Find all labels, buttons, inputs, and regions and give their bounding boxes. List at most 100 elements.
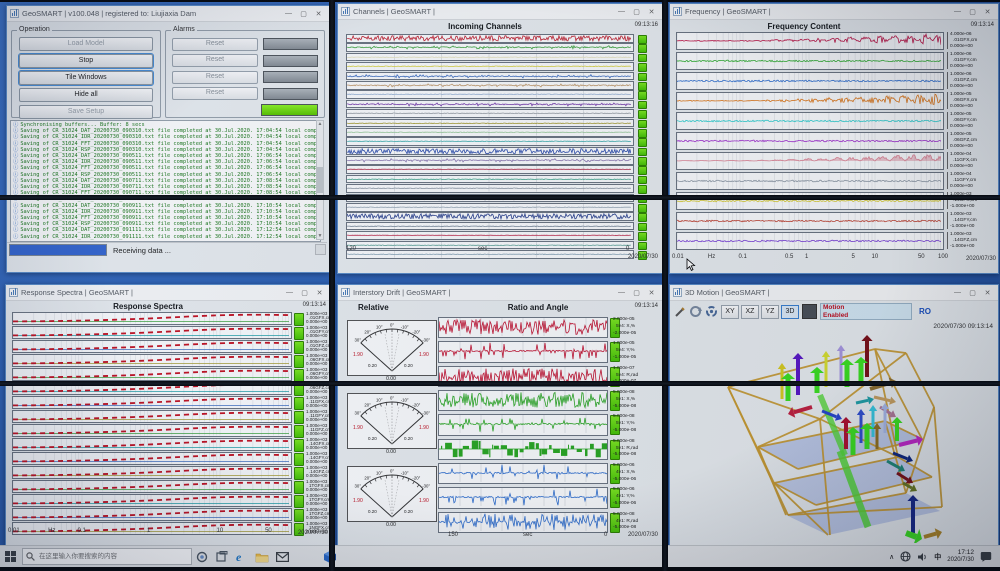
tray-clock[interactable]: 17:122020/7/30 bbox=[947, 549, 974, 564]
close-button[interactable]: ✕ bbox=[980, 287, 995, 299]
maximize-button[interactable]: ▢ bbox=[629, 287, 644, 299]
close-button[interactable]: ✕ bbox=[312, 287, 327, 299]
alarm-reset-button[interactable]: Reset bbox=[172, 38, 258, 51]
maximize-button[interactable]: ▢ bbox=[629, 6, 644, 18]
drift-gauge: 30°20°10°0°-10°-20°-30°1.901.900.200.200… bbox=[344, 461, 438, 533]
close-button[interactable]: ✕ bbox=[980, 6, 995, 18]
frequency-scale-label: 1.000e-06.01GFZ,cm0.000e+00 bbox=[947, 72, 1000, 89]
ime-indicator[interactable]: 中 bbox=[934, 552, 941, 562]
channel-row bbox=[346, 72, 634, 81]
date-readout: 2020/07/30 bbox=[298, 530, 328, 536]
titlebar[interactable]: Channels | GeoSMART | —▢✕ bbox=[338, 4, 662, 20]
view-button-xy[interactable]: XY bbox=[721, 305, 739, 319]
mail-icon[interactable] bbox=[272, 546, 292, 567]
drift-scale-label: 5.000e-085v1: Y,%-5.000e-08 bbox=[611, 414, 657, 433]
start-button[interactable] bbox=[0, 546, 20, 567]
close-button[interactable]: ✕ bbox=[311, 8, 326, 20]
maximize-button[interactable]: ▢ bbox=[297, 287, 312, 299]
close-button[interactable]: ✕ bbox=[644, 287, 659, 299]
channel-status-led bbox=[638, 242, 647, 251]
video-wall: GeoSMART | v100.048 | registered to: Liu… bbox=[0, 0, 1000, 571]
edge-icon[interactable]: e bbox=[232, 546, 252, 567]
channel-row bbox=[346, 250, 634, 259]
x-axis-tick: 0.1 bbox=[78, 528, 86, 534]
tray-chevron[interactable]: ∧ bbox=[889, 553, 894, 561]
view-button-xz[interactable]: XZ bbox=[741, 305, 759, 319]
svg-text:1.90: 1.90 bbox=[353, 352, 363, 358]
channel-row bbox=[346, 156, 634, 165]
minimize-button[interactable]: — bbox=[281, 8, 296, 20]
minimize-button[interactable]: — bbox=[950, 287, 965, 299]
alarm-reset-button[interactable]: Reset bbox=[172, 54, 258, 67]
task-view-icon[interactable] bbox=[212, 546, 232, 567]
x-axis-left: 150 bbox=[448, 532, 458, 538]
cortana-icon[interactable] bbox=[192, 546, 212, 567]
frequency-row: 1.000e-03.14GFZ,cm-1.000e+00 bbox=[676, 232, 944, 250]
operation-button-stop[interactable]: Stop bbox=[19, 54, 153, 68]
alarm-reset-button[interactable]: Reset bbox=[172, 71, 258, 84]
operation-button-hide-all[interactable]: Hide all bbox=[19, 88, 153, 102]
heading-relative: Relative bbox=[358, 303, 389, 312]
log-scrollbar[interactable]: ▲▼ bbox=[316, 120, 324, 240]
3d-model-view[interactable] bbox=[670, 335, 996, 543]
operation-button-load-model[interactable]: Load Model bbox=[19, 37, 153, 51]
titlebar[interactable]: Response Spectra | GeoSMART | —▢✕ bbox=[6, 285, 330, 301]
drift-group: 30°20°10°0°-10°-20°-30°1.901.900.200.200… bbox=[344, 315, 658, 387]
view-button-yz[interactable]: YZ bbox=[761, 305, 779, 319]
minimize-button[interactable]: — bbox=[282, 287, 297, 299]
titlebar[interactable]: 3D Motion | GeoSMART | —▢✕ bbox=[670, 285, 998, 301]
svg-text:-20°: -20° bbox=[412, 330, 420, 335]
spectrum-status-led bbox=[294, 467, 304, 480]
maximize-button[interactable]: ▢ bbox=[296, 8, 311, 20]
orbit-icon[interactable] bbox=[689, 305, 702, 318]
monitor-bezel bbox=[329, 0, 335, 571]
file-explorer-icon[interactable] bbox=[252, 546, 272, 567]
svg-text:e: e bbox=[236, 550, 242, 564]
view-button-3d[interactable]: 3D bbox=[781, 305, 799, 319]
spectrum-status-led bbox=[294, 509, 304, 522]
drift-scale-label: 5.000e-064v1: X,%-5.000e-06 bbox=[611, 463, 657, 482]
response-spectrum-row: 1.000e+03.11GFZ,cm0.000e+00 bbox=[12, 424, 292, 437]
drift-group: 30°20°10°0°-10°-20°-30°1.901.900.200.200… bbox=[344, 461, 658, 533]
drift-scale-label: 5.000e-085v1: X,%-5.000e-08 bbox=[611, 390, 657, 409]
channel-row bbox=[346, 119, 634, 128]
close-button[interactable]: ✕ bbox=[644, 6, 659, 18]
taskbar-search[interactable] bbox=[22, 548, 192, 565]
drift-row: 5.000e-064v1: Y,%-5.000e-06 bbox=[438, 487, 608, 508]
app-icon bbox=[9, 288, 18, 297]
event-log[interactable]: ⓘSynchronising buffers... Buffer: 8 secs… bbox=[10, 120, 321, 242]
network-icon[interactable] bbox=[900, 551, 911, 562]
titlebar[interactable]: GeoSMART | v100.048 | registered to: Liu… bbox=[7, 6, 329, 22]
minimize-button[interactable]: — bbox=[614, 6, 629, 18]
svg-text:1.90: 1.90 bbox=[353, 498, 363, 504]
volume-icon[interactable] bbox=[917, 552, 928, 562]
rotate-icon[interactable] bbox=[705, 305, 718, 318]
channel-status-led bbox=[638, 63, 647, 72]
operation-button-tile-windows[interactable]: Tile Windows bbox=[19, 71, 153, 85]
clock-readout: 09:13:16 bbox=[635, 22, 658, 28]
resize-grip[interactable] bbox=[315, 244, 326, 255]
minimize-button[interactable]: — bbox=[950, 6, 965, 18]
window-frequency: Frequency | GeoSMART | —▢✕ Frequency Con… bbox=[669, 3, 999, 274]
edit-icon[interactable] bbox=[674, 306, 686, 318]
svg-text:0.20: 0.20 bbox=[404, 509, 413, 514]
response-spectrum-row: 1.000e+03.11GFX,cm0.000e+00 bbox=[12, 396, 292, 409]
color-swatch[interactable] bbox=[802, 304, 817, 319]
alarm-reset-button[interactable]: Reset bbox=[172, 87, 258, 100]
frequency-row: 1.000e-04.11GFY,cm0.000e+00 bbox=[676, 172, 944, 190]
frequency-scale-label: 1.000e-05.06GFY,cm0.000e+00 bbox=[947, 112, 1000, 129]
window-response-spectra: Response Spectra | GeoSMART | —▢✕ Respon… bbox=[5, 284, 331, 546]
minimize-button[interactable]: — bbox=[614, 287, 629, 299]
operation-button-save-setup[interactable]: Save Setup bbox=[19, 105, 153, 119]
channel-status-led bbox=[638, 166, 647, 175]
titlebar[interactable]: Interstory Drift | GeoSMART | —▢✕ bbox=[338, 285, 662, 301]
date-readout: 2020/07/30 bbox=[628, 254, 658, 260]
maximize-button[interactable]: ▢ bbox=[965, 287, 980, 299]
notification-icon[interactable] bbox=[980, 551, 992, 562]
drift-scale-label: 5.000e-084v1: R,rad-5.000e-08 bbox=[611, 512, 657, 531]
maximize-button[interactable]: ▢ bbox=[965, 6, 980, 18]
titlebar[interactable]: Frequency | GeoSMART | —▢✕ bbox=[670, 4, 998, 20]
x-axis-tick: 100 bbox=[938, 254, 948, 260]
svg-text:1.90: 1.90 bbox=[353, 425, 363, 431]
search-input[interactable] bbox=[37, 552, 181, 561]
